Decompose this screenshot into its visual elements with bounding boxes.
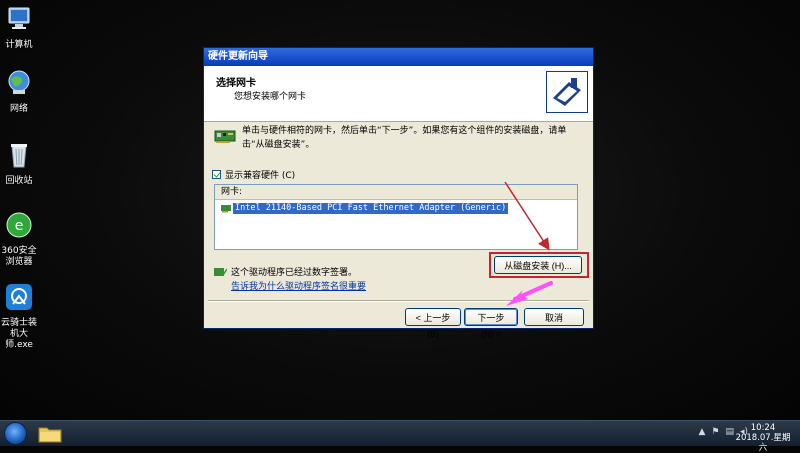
show-compatible-label: 显示兼容硬件 (C)	[225, 171, 296, 181]
recycle-bin-icon	[11, 144, 27, 168]
desktop-icon-recycle-bin[interactable]: 回收站	[0, 140, 38, 187]
show-compatible-checkbox[interactable]	[212, 170, 221, 179]
desktop-icon-label: 计算机	[5, 40, 33, 50]
desktop-icon-label: 回收站	[5, 176, 33, 186]
header-subtitle: 您想安装哪个网卡	[234, 92, 307, 102]
start-button[interactable]	[4, 422, 27, 445]
network-adapter-icon	[214, 130, 236, 143]
clock-time: 10:24	[750, 423, 776, 433]
network-globe-icon	[8, 70, 30, 94]
network-card-list[interactable]: 网卡: Intel 21140-Based PCI Fast Ethernet …	[214, 184, 578, 250]
desktop-icon-label: 云骑士装机大师.exe	[0, 318, 37, 350]
clock-date: 2018.07.星期六	[735, 433, 791, 453]
computer-icon	[8, 7, 30, 29]
wizard-header: 选择网卡 您想安装哪个网卡	[204, 66, 593, 122]
desktop-icon-360-browser[interactable]: e 360安全浏览器	[0, 210, 38, 268]
flag-icon[interactable]: ⚑	[711, 427, 719, 437]
tray-arrow-icon[interactable]: ▲	[698, 427, 705, 437]
adapter-item-icon	[221, 205, 231, 213]
installer-app-icon	[6, 284, 32, 310]
cancel-button[interactable]: 取消	[524, 308, 584, 326]
desktop: 计算机 网络 回收站 e 360安全浏览器 云骑士装机大师.exe 硬件更新向导…	[0, 0, 800, 420]
dialog-title: 硬件更新向导	[204, 48, 593, 66]
taskbar: ▲ ⚑ ▤ ◂) 10:24 2018.07.星期六	[0, 420, 800, 453]
header-title: 选择网卡	[216, 78, 256, 89]
svg-text:e: e	[15, 218, 24, 234]
signed-driver-text: 这个驱动程序已经过数字签署。	[231, 268, 358, 278]
network-card-header-icon	[546, 71, 588, 113]
hardware-update-wizard: 硬件更新向导 选择网卡 您想安装哪个网卡 单击与硬件相符的网卡，然后单击“下一步…	[203, 47, 594, 339]
button-separator	[208, 300, 589, 302]
clock[interactable]: 10:24 2018.07.星期六	[732, 423, 794, 453]
desktop-icon-installer[interactable]: 云骑士装机大师.exe	[0, 282, 38, 351]
list-column-header: 网卡:	[215, 185, 577, 200]
instruction-text: 单击与硬件相符的网卡，然后单击“下一步”。如果您有这个组件的安装磁盘，请单击“从…	[242, 126, 567, 150]
list-item-label: Intel 21140-Based PCI Fast Ethernet Adap…	[233, 203, 509, 214]
desktop-icon-network[interactable]: 网络	[0, 68, 38, 115]
show-compatible-row[interactable]: 显示兼容硬件 (C)	[212, 168, 295, 181]
desktop-icon-label: 360安全浏览器	[1, 246, 37, 267]
driver-signing-link[interactable]: 告诉我为什么驱动程序签名很重要	[231, 279, 366, 292]
list-item[interactable]: Intel 21140-Based PCI Fast Ethernet Adap…	[221, 203, 509, 214]
file-explorer-icon[interactable]	[38, 424, 62, 443]
signed-driver-icon	[214, 268, 227, 277]
back-button[interactable]: < 上一步 (B)	[405, 308, 461, 339]
desktop-icon-label: 网络	[9, 104, 28, 114]
desktop-icon-computer[interactable]: 计算机	[0, 4, 38, 51]
have-disk-button[interactable]: 从磁盘安装 (H)...	[494, 256, 582, 274]
next-button[interactable]: 下一步 (N) >	[464, 308, 518, 339]
browser-360-icon: e	[6, 212, 32, 238]
